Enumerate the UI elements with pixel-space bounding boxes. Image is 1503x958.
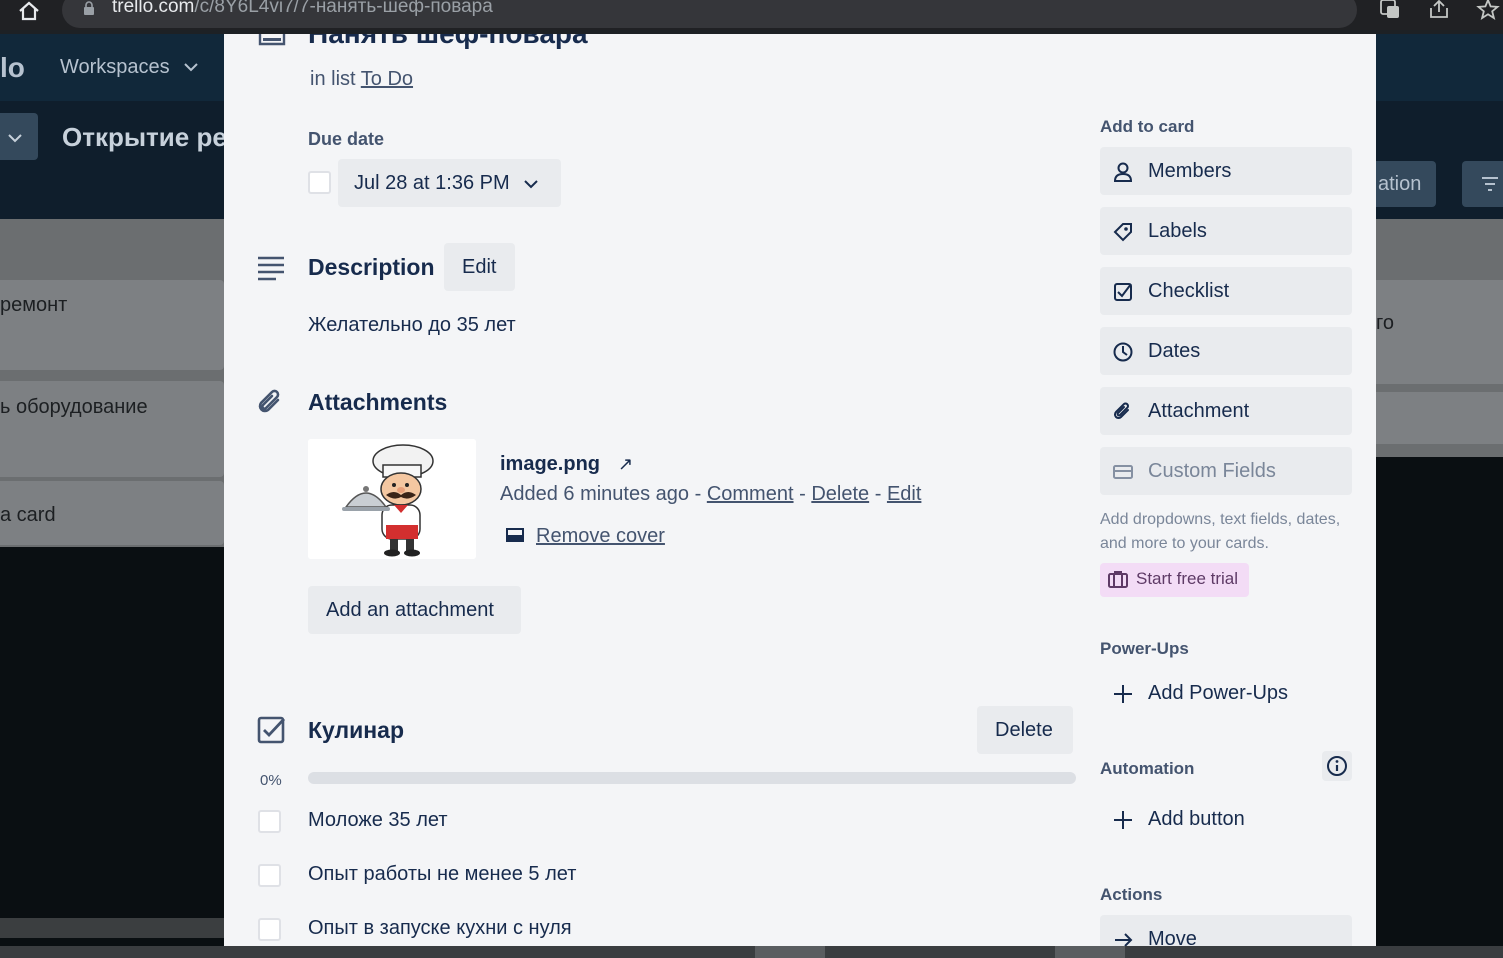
- home-icon[interactable]: [17, 0, 41, 22]
- bookmark-star-icon[interactable]: [1476, 0, 1500, 20]
- checklist-icon: [257, 716, 286, 744]
- list-card[interactable]: [1376, 280, 1503, 384]
- move-button[interactable]: [1100, 915, 1352, 946]
- separator: -: [799, 483, 806, 505]
- add-card-label: a card: [0, 504, 56, 526]
- checklist-progress-percent: 0%: [260, 772, 282, 789]
- edit-attachment-link[interactable]: Edit: [887, 483, 921, 505]
- arrow-right-icon: [1115, 933, 1133, 946]
- chevron-down-icon: [8, 134, 22, 143]
- automation-info-button[interactable]: [1322, 751, 1352, 781]
- due-date-label: Due date: [308, 129, 385, 149]
- checklist-item-checkbox[interactable]: [258, 918, 281, 941]
- list-card-text: ремонт: [0, 294, 68, 316]
- add-to-card-label: Add to card: [1100, 117, 1195, 136]
- checklist-title[interactable]: Кулинар: [308, 717, 404, 744]
- tag-icon: [1113, 223, 1132, 242]
- in-list-text: in list To Do: [310, 68, 413, 91]
- description-text[interactable]: Желательно до 35 лет: [308, 314, 516, 337]
- comment-link[interactable]: Comment: [707, 483, 794, 505]
- checklist-item[interactable]: Опыт в запуске кухни с нуля: [308, 917, 572, 940]
- person-icon: [1113, 162, 1133, 182]
- add-power-ups-button[interactable]: Add Power-Ups: [1148, 682, 1288, 705]
- card-icon: [258, 34, 286, 46]
- checklist-item[interactable]: Моложе 35 лет: [308, 809, 448, 832]
- list-link[interactable]: To Do: [361, 68, 413, 90]
- description-icon: [258, 256, 284, 281]
- url-path: /c/8Y6L4vi7/7-нанять-шеф-повара: [194, 0, 493, 17]
- chef-image: [308, 439, 476, 559]
- description-title: Description: [308, 254, 435, 280]
- translate-icon[interactable]: [1378, 0, 1402, 20]
- board-scrollbar[interactable]: [0, 918, 224, 938]
- due-date-checkbox[interactable]: [308, 171, 331, 194]
- checklist-item-checkbox[interactable]: [258, 810, 281, 833]
- checklist-label: Checklist: [1148, 280, 1230, 302]
- url-text[interactable]: trello.com/c/8Y6L4vi7/7-нанять-шеф-повар…: [112, 0, 493, 18]
- edit-description-label: Edit: [462, 256, 497, 278]
- card-title[interactable]: Нанять шеф-повара: [308, 34, 588, 50]
- trello-logo[interactable]: lo: [0, 52, 25, 84]
- add-button-button[interactable]: Add button: [1148, 808, 1245, 831]
- custom-fields-note: Add dropdowns, text fields, dates, and m…: [1100, 511, 1341, 552]
- horizontal-scrollbar[interactable]: [0, 946, 1503, 958]
- move-label: Move: [1148, 928, 1197, 946]
- paperclip-icon: [258, 389, 280, 413]
- info-icon: [1327, 756, 1347, 776]
- attachment-name[interactable]: image.png: [500, 453, 600, 476]
- chevron-down-icon: [524, 180, 538, 189]
- add-attachment-label: Add an attachment: [326, 599, 494, 621]
- custom-fields-label: Custom Fields: [1148, 460, 1276, 482]
- clock-icon: [1113, 342, 1133, 362]
- card-detail-modal: Нанять шеф-повара in list To Do Due date…: [224, 34, 1376, 946]
- remove-cover-link[interactable]: Remove cover: [536, 525, 665, 548]
- start-free-trial-label: Start free trial: [1136, 569, 1239, 588]
- plus-icon: [1114, 811, 1132, 829]
- list-card-text: го: [1376, 312, 1394, 334]
- actions-label: Actions: [1100, 885, 1163, 904]
- lock-icon[interactable]: [82, 1, 96, 15]
- labels-label: Labels: [1148, 220, 1207, 242]
- scrollbar-thumb[interactable]: [755, 946, 825, 958]
- attachment-label: Attachment: [1148, 400, 1250, 422]
- delete-attachment-link[interactable]: Delete: [811, 483, 869, 505]
- labels-button[interactable]: [1100, 207, 1352, 255]
- checklist-item[interactable]: Опыт работы не менее 5 лет: [308, 863, 576, 886]
- attachment-meta: Added 6 minutes ago - Comment - Delete -…: [500, 483, 921, 506]
- plus-icon: [1114, 685, 1132, 703]
- chevron-down-icon: [184, 63, 198, 72]
- paperclip-icon: [1113, 402, 1129, 420]
- list-card-text: ь оборудование: [0, 396, 148, 418]
- url-host: trello.com: [112, 0, 195, 17]
- automation-label: Automation: [1100, 759, 1195, 778]
- in-list-prefix: in list: [310, 68, 356, 90]
- attachment-thumbnail[interactable]: [308, 439, 476, 559]
- open-attachment-icon[interactable]: ↗: [618, 454, 633, 475]
- attachments-title: Attachments: [308, 389, 448, 415]
- power-ups-label: Power-Ups: [1100, 639, 1189, 658]
- members-label: Members: [1148, 160, 1232, 182]
- card-cover-icon: [506, 528, 524, 542]
- scrollbar-thumb[interactable]: [1055, 946, 1125, 958]
- filter-button[interactable]: [1462, 161, 1503, 207]
- custom-fields-icon: [1113, 465, 1133, 479]
- share-icon[interactable]: [1427, 0, 1451, 20]
- workspaces-menu[interactable]: Workspaces: [60, 56, 170, 79]
- delete-checklist-label: Delete: [995, 719, 1053, 741]
- dates-label: Dates: [1148, 340, 1201, 362]
- dates-button[interactable]: [1100, 327, 1352, 375]
- separator: -: [874, 483, 882, 505]
- board-title[interactable]: Открытие ре: [62, 122, 227, 153]
- filter-icon: [1482, 177, 1498, 191]
- attachment-added-text: Added 6 minutes ago: [500, 483, 690, 505]
- due-date-value: Jul 28 at 1:36 PM: [354, 172, 510, 194]
- board-menu-button[interactable]: [0, 113, 38, 160]
- briefcase-icon: [1108, 571, 1128, 588]
- checklist-progress-bar: [308, 772, 1076, 784]
- automation-button-label: ation: [1378, 173, 1422, 195]
- list-card[interactable]: [1376, 392, 1503, 444]
- separator: -: [694, 483, 702, 505]
- checkbox-icon: [1114, 283, 1132, 301]
- checklist-item-checkbox[interactable]: [258, 864, 281, 887]
